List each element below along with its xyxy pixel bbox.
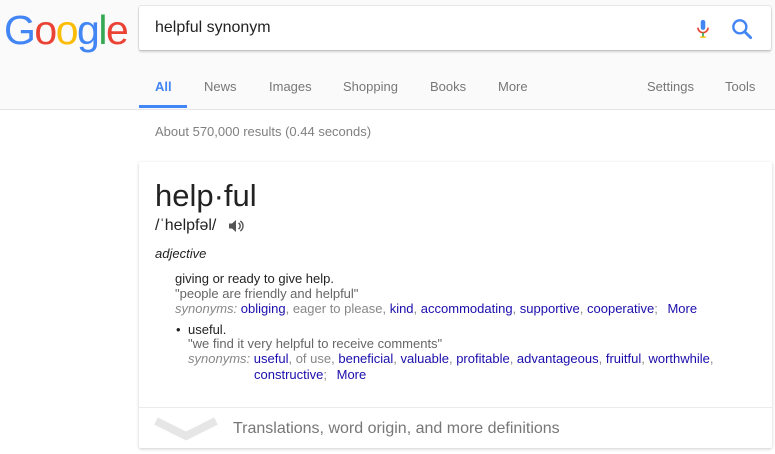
- tab-images[interactable]: Images: [269, 79, 312, 95]
- synonym-link[interactable]: useful: [254, 351, 289, 366]
- sense-1-definition: giving or ready to give help.: [175, 271, 334, 286]
- synonym-link[interactable]: worthwhile: [648, 351, 709, 366]
- search-input[interactable]: [155, 6, 675, 50]
- logo-letter: e: [105, 7, 129, 53]
- synonym-link[interactable]: cooperative: [587, 301, 654, 316]
- synonym-link[interactable]: advantageous: [517, 351, 599, 366]
- search-box: [139, 6, 771, 50]
- bullet: •: [176, 322, 181, 337]
- synonym-text: of use: [295, 351, 332, 366]
- tab-more[interactable]: More: [498, 79, 528, 95]
- tab-settings[interactable]: Settings: [647, 79, 694, 95]
- speaker-icon[interactable]: [227, 217, 245, 235]
- logo-letter: G: [4, 7, 36, 53]
- result-stats: About 570,000 results (0.44 seconds): [155, 124, 372, 139]
- chevron-down-icon[interactable]: [153, 416, 219, 442]
- search-header: Google All News Images Shopping Books Mo…: [0, 0, 775, 110]
- tab-shopping[interactable]: Shopping: [343, 79, 398, 95]
- logo-letter: o: [55, 7, 79, 53]
- tab-all[interactable]: All: [155, 79, 172, 95]
- synonym-link[interactable]: beneficial: [338, 351, 393, 366]
- pronunciation: /ˈhelpfəl/: [155, 217, 217, 234]
- sense-2-more-link[interactable]: More: [337, 367, 367, 382]
- tab-books[interactable]: Books: [430, 79, 466, 95]
- microphone-icon[interactable]: [691, 18, 715, 40]
- synonym-link[interactable]: valuable: [401, 351, 449, 366]
- tab-tools[interactable]: Tools: [725, 79, 755, 95]
- synonym-link[interactable]: profitable: [456, 351, 509, 366]
- sense-1-example: "people are friendly and helpful": [175, 286, 359, 301]
- part-of-speech: adjective: [155, 246, 207, 261]
- logo-letter: l: [98, 7, 107, 53]
- synonyms-label: synonyms:: [175, 301, 238, 316]
- sense-1-synonyms: synonyms: obliging, eager to please, kin…: [175, 301, 698, 316]
- dictionary-card: help·ful /ˈhelpfəl/ adjective giving or …: [139, 162, 772, 448]
- logo-letter: g: [77, 7, 100, 53]
- synonyms-label: synonyms:: [188, 351, 251, 366]
- sense-2-definition: useful.: [188, 322, 227, 337]
- google-logo[interactable]: Google: [4, 7, 129, 53]
- sense-2-synonyms-continued: constructive; More: [254, 367, 367, 382]
- synonym-text: eager to please: [292, 301, 383, 316]
- sense-1-more-link[interactable]: More: [667, 301, 697, 316]
- sense-2-synonyms: synonyms: useful, of use, beneficial, va…: [188, 351, 714, 366]
- active-tab-indicator: [139, 105, 187, 108]
- tab-news[interactable]: News: [204, 79, 237, 95]
- synonym-link[interactable]: supportive: [520, 301, 580, 316]
- synonym-link[interactable]: obliging: [241, 301, 286, 316]
- synonym-link[interactable]: constructive: [254, 367, 323, 382]
- search-icon[interactable]: [729, 16, 755, 42]
- more-definitions-bar[interactable]: Translations, word origin, and more defi…: [139, 407, 772, 448]
- synonym-link[interactable]: accommodating: [421, 301, 513, 316]
- logo-letter: o: [34, 7, 57, 53]
- synonym-link[interactable]: kind: [390, 301, 414, 316]
- sense-2-example: "we find it very helpful to receive comm…: [188, 336, 443, 351]
- headword: help·ful: [155, 178, 257, 213]
- synonym-link[interactable]: fruitful: [606, 351, 641, 366]
- more-definitions-link[interactable]: Translations, word origin, and more defi…: [233, 419, 560, 439]
